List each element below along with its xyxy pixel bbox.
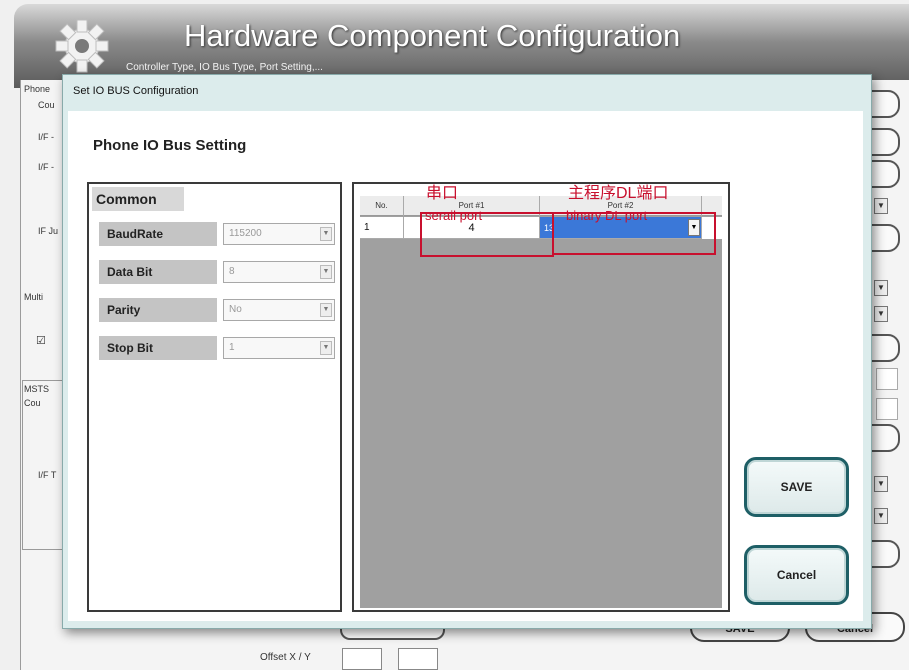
stopbit-label: Stop Bit [99, 336, 217, 360]
common-settings-panel: Common BaudRate 115200 ▼ Data Bit 8 ▼ Pa… [87, 182, 342, 612]
parity-label: Parity [99, 298, 217, 322]
bg-label-msts: MSTS [24, 384, 50, 394]
bg-label-if-2: I/F - [38, 162, 54, 172]
bg-right-dropdown[interactable]: ▼ [874, 306, 888, 322]
bg-right-input[interactable] [876, 368, 898, 390]
bg-right-button[interactable] [870, 224, 900, 252]
bg-offset-label: Offset X / Y [260, 652, 311, 663]
bg-label-msts-count: Cou [24, 398, 41, 408]
bg-right-dropdown[interactable]: ▼ [874, 280, 888, 296]
common-title: Common [92, 187, 184, 211]
bg-offset-y-input[interactable] [398, 648, 438, 670]
app-subtitle: Controller Type, IO Bus Type, Port Setti… [126, 62, 323, 73]
annotation-binary-dl-cn: 主程序DL端口 [568, 185, 669, 202]
baudrate-label: BaudRate [99, 222, 217, 246]
dialog-title: Set IO BUS Configuration [73, 85, 199, 97]
bg-checkbox[interactable]: ☑ [36, 334, 46, 347]
bg-right-dropdown[interactable]: ▼ [874, 508, 888, 524]
databit-value: 8 [229, 266, 235, 277]
parity-select[interactable]: No ▼ [223, 299, 335, 321]
databit-label: Data Bit [99, 260, 217, 284]
bg-label-count: Cou [38, 100, 55, 110]
bg-right-button[interactable] [870, 128, 900, 156]
baudrate-value: 115200 [229, 228, 262, 239]
section-title: Phone IO Bus Setting [93, 137, 247, 154]
chevron-down-icon[interactable]: ▼ [320, 227, 332, 241]
cancel-button[interactable]: Cancel [744, 545, 849, 605]
bg-right-button[interactable] [870, 424, 900, 452]
bg-right-button[interactable] [870, 334, 900, 362]
bg-label-if-t: I/F T [38, 470, 57, 480]
column-header-no: No. [360, 196, 404, 216]
annotation-serial-port-cn: 串口 [426, 185, 459, 202]
annotation-box-port2 [552, 212, 716, 255]
bg-right-button[interactable] [870, 160, 900, 188]
stopbit-select[interactable]: 1 ▼ [223, 337, 335, 359]
bg-right-button[interactable] [870, 540, 900, 568]
io-bus-config-dialog: Set IO BUS Configuration Phone IO Bus Se… [62, 74, 872, 629]
stopbit-value: 1 [229, 342, 235, 353]
bg-label-phone: Phone [24, 84, 51, 94]
bg-label-multi: Multi [24, 292, 44, 302]
chevron-down-icon[interactable]: ▼ [320, 341, 332, 355]
bg-right-button[interactable] [870, 90, 900, 118]
gear-icon [55, 19, 109, 73]
bg-label-if-ju: IF Ju [38, 226, 59, 236]
app-title: Hardware Component Configuration [184, 18, 681, 53]
bg-label-if-1: I/F - [38, 132, 54, 142]
baudrate-select[interactable]: 115200 ▼ [223, 223, 335, 245]
chevron-down-icon[interactable]: ▼ [320, 265, 332, 279]
dialog-content: Phone IO Bus Setting Common BaudRate 115… [68, 111, 863, 621]
chevron-down-icon[interactable]: ▼ [320, 303, 332, 317]
port-grid: No. Port #1 Port #2 1 4 13 ▼ [360, 196, 722, 608]
bg-right-dropdown[interactable]: ▼ [874, 198, 888, 214]
bg-right-input[interactable] [876, 398, 898, 420]
annotation-box-port1 [420, 212, 554, 257]
bg-right-dropdown[interactable]: ▼ [874, 476, 888, 492]
parity-value: No [229, 304, 242, 315]
bg-offset-x-input[interactable] [342, 648, 382, 670]
databit-select[interactable]: 8 ▼ [223, 261, 335, 283]
save-button[interactable]: SAVE [744, 457, 849, 517]
row-number-cell: 1 [360, 217, 404, 239]
